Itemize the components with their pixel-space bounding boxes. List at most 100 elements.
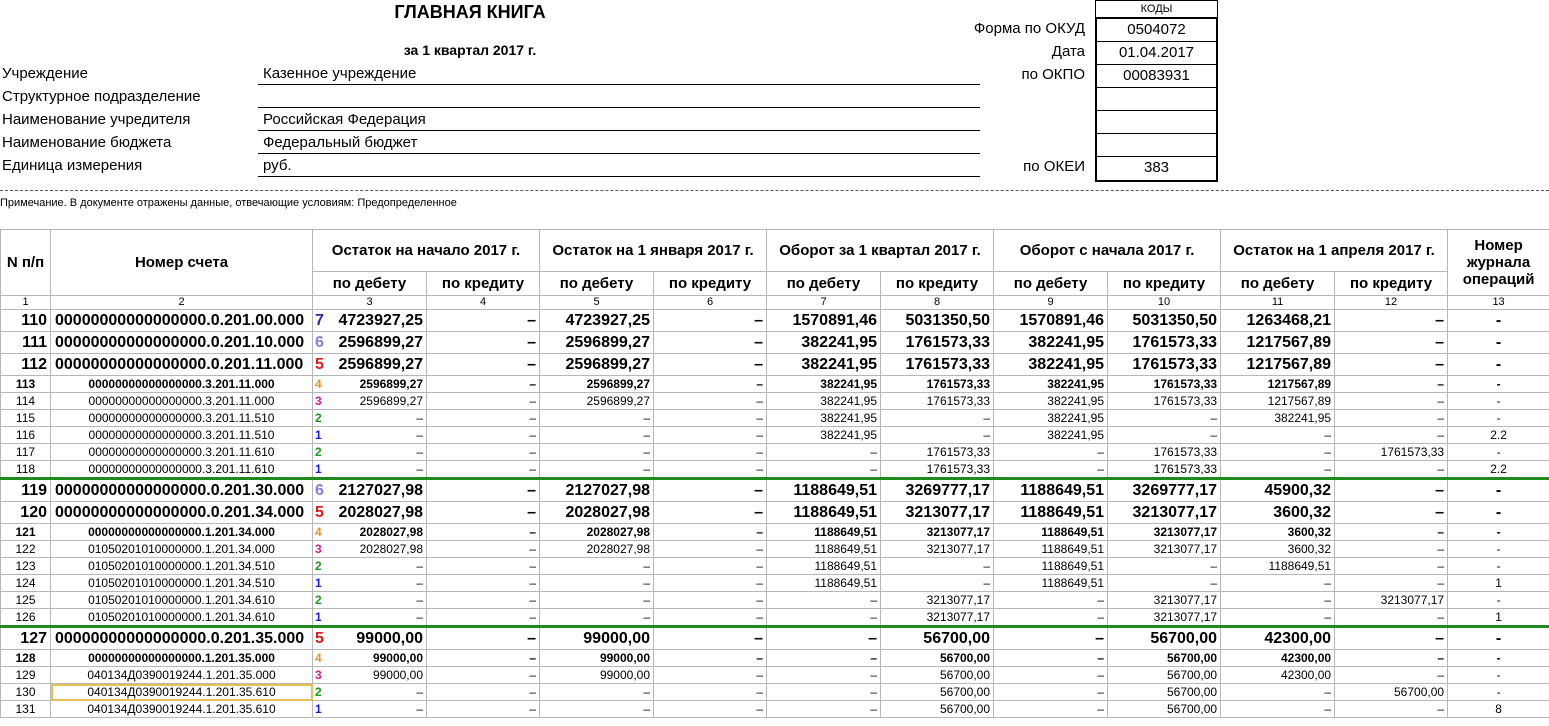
cell-ytd-debit[interactable]: 1188649,51 — [993, 501, 1109, 524]
cell-apr-debit[interactable]: 42300,00 — [1220, 666, 1336, 684]
cell-jan-debit[interactable]: – — [539, 409, 655, 427]
field-value-institution[interactable]: Казенное учреждение — [258, 65, 980, 85]
cell-ytd-debit[interactable]: 382241,95 — [993, 426, 1109, 444]
cell-ytd-credit[interactable]: 1761573,33 — [1107, 353, 1222, 376]
cell-apr-credit[interactable]: – — [1334, 574, 1449, 592]
field-value-unit[interactable]: руб. — [258, 157, 980, 177]
cell-jan-credit[interactable]: – — [653, 683, 768, 701]
cell-q1-credit[interactable]: 56700,00 — [880, 683, 995, 701]
cell-ytd-credit[interactable]: 56700,00 — [1107, 700, 1222, 718]
table-row[interactable]: 114 00000000000000000.3.201.11.000 3 259689… — [0, 392, 1549, 410]
cell-q1-debit[interactable]: – — [766, 608, 882, 627]
table-row[interactable]: 115 00000000000000000.3.201.11.510 2– – – –38… — [0, 409, 1549, 427]
row-number[interactable]: 125 — [0, 591, 51, 609]
cell-q1-debit[interactable]: 1188649,51 — [766, 557, 882, 575]
cell-opening-credit[interactable]: – — [425, 540, 541, 558]
cell-jan-debit[interactable]: 2596899,27 — [539, 375, 655, 393]
row-number[interactable]: 110 — [0, 309, 51, 332]
cell-jan-credit[interactable]: – — [653, 591, 768, 609]
field-value-founder[interactable]: Российская Федерация — [258, 111, 980, 131]
cell-opening-credit[interactable]: – — [425, 557, 541, 575]
cell-apr-credit[interactable]: 3213077,17 — [1334, 591, 1449, 609]
cell-q1-debit[interactable]: 1188649,51 — [766, 477, 882, 502]
cell-q1-credit[interactable]: 56700,00 — [880, 625, 995, 650]
cell-opening-debit[interactable]: 4 99000,00 — [312, 649, 427, 667]
cell-opening-debit[interactable]: 5 2596899,27 — [312, 353, 427, 376]
cell-apr-debit[interactable]: 3600,32 — [1220, 540, 1336, 558]
cell-opening-debit[interactable]: 6 2127027,98 — [312, 477, 427, 502]
cell-opening-debit[interactable]: 1– — [312, 608, 427, 627]
cell-jan-debit[interactable]: 2596899,27 — [539, 353, 655, 376]
table-row[interactable]: 110 00000000000000000.0.201.00.000 7 472392… — [0, 309, 1549, 332]
cell-apr-credit[interactable]: – — [1334, 460, 1449, 479]
row-number[interactable]: 122 — [0, 540, 51, 558]
table-row[interactable]: 129 040134Д0390019244.1.201.35.000 3 99000,… — [0, 666, 1549, 684]
cell-ytd-credit[interactable]: 3213077,17 — [1107, 501, 1222, 524]
table-row[interactable]: 130 040134Д0390019244.1.201.35.610 2– – – – –5… — [0, 683, 1549, 701]
cell-apr-credit[interactable]: – — [1334, 353, 1449, 376]
account-number[interactable]: 01050201010000000.1.201.34.510 — [50, 557, 313, 575]
cell-jan-credit[interactable]: – — [653, 375, 768, 393]
table-row[interactable]: 126 01050201010000000.1.201.34.610 1– – – – –3… — [0, 608, 1549, 627]
journal-number[interactable]: - — [1447, 649, 1549, 667]
cell-jan-debit[interactable]: 4723927,25 — [539, 309, 655, 332]
account-number[interactable]: 00000000000000000.1.201.35.000 — [50, 649, 313, 667]
cell-apr-debit[interactable]: 42300,00 — [1220, 625, 1336, 650]
table-row[interactable]: 118 00000000000000000.3.201.11.610 1– – – – –1… — [0, 460, 1549, 479]
journal-number[interactable]: - — [1447, 591, 1549, 609]
cell-opening-credit[interactable]: – — [425, 443, 541, 461]
cell-apr-credit[interactable]: – — [1334, 477, 1449, 502]
cell-apr-credit[interactable]: – — [1334, 331, 1449, 354]
cell-q1-credit[interactable]: – — [880, 574, 995, 592]
cell-ytd-debit[interactable]: – — [993, 625, 1109, 650]
cell-ytd-debit[interactable]: 1188649,51 — [993, 557, 1109, 575]
cell-jan-debit[interactable]: 99000,00 — [539, 649, 655, 667]
cell-opening-debit[interactable]: 7 4723927,25 — [312, 309, 427, 332]
cell-jan-debit[interactable]: – — [539, 426, 655, 444]
cell-jan-debit[interactable]: 99000,00 — [539, 666, 655, 684]
cell-ytd-debit[interactable]: – — [993, 649, 1109, 667]
cell-opening-debit[interactable]: 2– — [312, 683, 427, 701]
journal-number[interactable]: - — [1447, 540, 1549, 558]
row-number[interactable]: 128 — [0, 649, 51, 667]
cell-opening-credit[interactable]: – — [425, 309, 541, 332]
cell-jan-credit[interactable]: – — [653, 625, 768, 650]
table-row[interactable]: 127 00000000000000000.0.201.35.000 5 99000,… — [0, 625, 1549, 650]
cell-opening-debit[interactable]: 3 99000,00 — [312, 666, 427, 684]
cell-ytd-debit[interactable]: – — [993, 700, 1109, 718]
cell-apr-credit[interactable]: – — [1334, 375, 1449, 393]
cell-opening-credit[interactable]: – — [425, 649, 541, 667]
account-number[interactable]: 01050201010000000.1.201.34.610 — [50, 608, 313, 627]
row-number[interactable]: 114 — [0, 392, 51, 410]
journal-number[interactable]: - — [1447, 375, 1549, 393]
row-number[interactable]: 131 — [0, 700, 51, 718]
cell-apr-credit[interactable]: 56700,00 — [1334, 683, 1449, 701]
cell-ytd-debit[interactable]: 382241,95 — [993, 331, 1109, 354]
account-number[interactable]: 01050201010000000.1.201.34.510 — [50, 574, 313, 592]
cell-jan-debit[interactable]: 2596899,27 — [539, 331, 655, 354]
cell-q1-debit[interactable]: 382241,95 — [766, 331, 882, 354]
cell-jan-credit[interactable]: – — [653, 392, 768, 410]
table-row[interactable]: 111 00000000000000000.0.201.10.000 6 259689… — [0, 331, 1549, 354]
account-number[interactable]: 00000000000000000.3.201.11.510 — [50, 426, 313, 444]
cell-apr-debit[interactable]: – — [1220, 426, 1336, 444]
account-number[interactable]: 00000000000000000.0.201.10.000 — [50, 331, 313, 354]
row-number[interactable]: 117 — [0, 443, 51, 461]
cell-ytd-credit[interactable]: – — [1107, 557, 1222, 575]
code-value-date[interactable]: 01.04.2017 — [1097, 42, 1216, 65]
cell-jan-debit[interactable]: – — [539, 683, 655, 701]
cell-opening-debit[interactable]: 1– — [312, 700, 427, 718]
cell-opening-credit[interactable]: – — [425, 625, 541, 650]
cell-jan-credit[interactable]: – — [653, 666, 768, 684]
cell-jan-credit[interactable]: – — [653, 353, 768, 376]
cell-jan-credit[interactable]: – — [653, 501, 768, 524]
cell-ytd-credit[interactable]: 1761573,33 — [1107, 375, 1222, 393]
row-number[interactable]: 123 — [0, 557, 51, 575]
cell-apr-debit[interactable]: 382241,95 — [1220, 409, 1336, 427]
row-number[interactable]: 116 — [0, 426, 51, 444]
row-number[interactable]: 130 — [0, 683, 51, 701]
cell-apr-credit[interactable]: – — [1334, 700, 1449, 718]
journal-number[interactable]: - — [1447, 477, 1549, 502]
cell-q1-debit[interactable]: 1570891,46 — [766, 309, 882, 332]
cell-apr-debit[interactable]: 1188649,51 — [1220, 557, 1336, 575]
